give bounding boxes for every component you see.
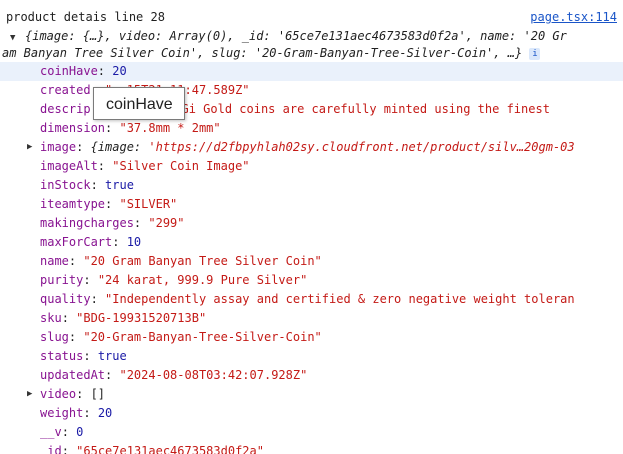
object-preview-line1: {image: {…}, video: Array(0), _id: '65ce…: [25, 29, 567, 43]
prop-value: "37.8mm * 2mm": [119, 121, 221, 135]
prop-status[interactable]: status: true: [0, 347, 623, 366]
prop-key: slug: [40, 330, 69, 344]
prop-_id[interactable]: _id: "65ce7e131aec4673583d0f2a": [0, 442, 623, 454]
prop-value: 0: [76, 425, 84, 439]
prop-makingcharges[interactable]: makingcharges: "299": [0, 214, 623, 233]
prop-value: "299": [148, 216, 185, 230]
prop-image[interactable]: ▶ image: {image: 'https://d2fbpyhlah02sy…: [0, 138, 623, 157]
info-icon[interactable]: i: [529, 47, 541, 60]
prop-maxForCart[interactable]: maxForCart: 10: [0, 233, 623, 252]
prop-weight[interactable]: weight: 20: [0, 404, 623, 423]
hover-tooltip: coinHave: [93, 87, 185, 120]
prop-key: created: [40, 83, 91, 97]
prop-inStock[interactable]: inStock: true: [0, 176, 623, 195]
prop-key: quality: [40, 292, 91, 306]
prop-key: __v: [40, 425, 62, 439]
prop-value: "Silver Coin Image": [112, 159, 250, 173]
object-preview-line2: am Banyan Tree Silver Coin', slug: '20-G…: [2, 45, 617, 61]
prop-key: video: [40, 387, 77, 401]
prop-key: status: [40, 349, 84, 363]
object-preview-line2-text: am Banyan Tree Silver Coin', slug: '20-G…: [2, 46, 523, 60]
expand-triangle-icon[interactable]: ▶: [27, 138, 32, 157]
prop-key: maxForCart: [40, 235, 113, 249]
prop-value: "20-Gram-Banyan-Tree-Silver-Coin": [83, 330, 322, 344]
prop-key: coinHave: [40, 64, 98, 78]
prop-key: updatedAt: [40, 368, 106, 382]
prop-video[interactable]: ▶ video: []: [0, 385, 623, 404]
prop-key: descrip: [40, 102, 91, 116]
prop-value: "Independently assay and certified & zer…: [105, 292, 575, 306]
prop-key: _id: [40, 444, 62, 454]
prop-dimension[interactable]: dimension: "37.8mm * 2mm": [0, 119, 623, 138]
prop-value: "SILVER": [119, 197, 178, 211]
prop-key: image: [40, 140, 77, 154]
prop-value: "65ce7e131aec4673583d0f2a": [76, 444, 264, 454]
prop-key: purity: [40, 273, 84, 287]
prop-value: "BDG-19931520713B": [76, 311, 207, 325]
prop-key: iteamtype: [40, 197, 106, 211]
prop-purity[interactable]: purity: "24 karat, 999.9 Pure Silver": [0, 271, 623, 290]
prop-sku[interactable]: sku: "BDG-19931520713B": [0, 309, 623, 328]
prop-coinHave[interactable]: coinHave: 20: [0, 62, 623, 81]
prop-name[interactable]: name: "20 Gram Banyan Tree Silver Coin": [0, 252, 623, 271]
prop-key: weight: [40, 406, 84, 420]
prop-key: sku: [40, 311, 62, 325]
prop-value: true: [97, 349, 127, 363]
console-log-header: product detais line 28 page.tsx:114: [6, 8, 617, 26]
log-message: product detais line 28: [6, 10, 165, 24]
prop-value: "20 Gram Banyan Tree Silver Coin": [83, 254, 322, 268]
prop-value-prefix: {image:: [90, 140, 149, 154]
prop-slug[interactable]: slug: "20-Gram-Banyan-Tree-Silver-Coin": [0, 328, 623, 347]
prop-value: "24 karat, 999.9 Pure Silver": [97, 273, 308, 287]
prop-imageAlt[interactable]: imageAlt: "Silver Coin Image": [0, 157, 623, 176]
prop-updatedAt[interactable]: updatedAt: "2024-08-08T03:42:07.928Z": [0, 366, 623, 385]
prop-value: 'https://d2fbpyhlah02sy.cloudfront.net/p…: [148, 140, 575, 154]
prop-iteamtype[interactable]: iteamtype: "SILVER": [0, 195, 623, 214]
collapse-triangle-icon[interactable]: ▼: [10, 30, 15, 46]
prop-value: 20: [97, 406, 113, 420]
prop-quality[interactable]: quality: "Independently assay and certif…: [0, 290, 623, 309]
prop-key: imageAlt: [40, 159, 98, 173]
prop-key: inStock: [40, 178, 91, 192]
prop-value: t DiGi Gold coins are carefully minted u…: [152, 102, 550, 116]
prop-value: 10: [126, 235, 142, 249]
prop-key: dimension: [40, 121, 106, 135]
object-summary[interactable]: ▼ {image: {…}, video: Array(0), _id: '65…: [0, 28, 623, 62]
source-link[interactable]: page.tsx:114: [530, 8, 617, 26]
prop-key: makingcharges: [40, 216, 134, 230]
prop-__v[interactable]: __v: 0: [0, 423, 623, 442]
prop-value: []: [90, 387, 106, 401]
prop-value: true: [105, 178, 134, 192]
prop-value: "2024-08-08T03:42:07.928Z": [119, 368, 308, 382]
expand-triangle-icon[interactable]: ▶: [27, 385, 32, 404]
prop-key: name: [40, 254, 69, 268]
prop-value: 20: [112, 64, 127, 78]
